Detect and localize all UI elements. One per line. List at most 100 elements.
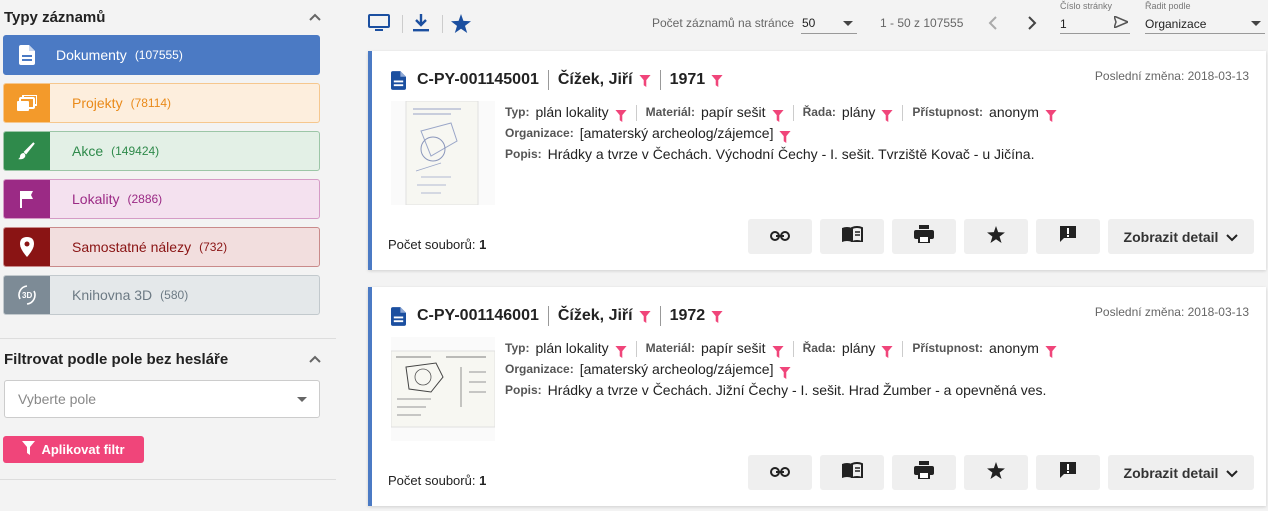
previous-page-icon[interactable] <box>984 13 1000 33</box>
type-count: (78114) <box>130 96 172 110</box>
link-button[interactable] <box>748 219 812 254</box>
print-button[interactable] <box>892 455 956 490</box>
file-count: Počet souborů: 1 <box>388 237 486 252</box>
type-count: (2886) <box>127 192 163 206</box>
link-button[interactable] <box>748 455 812 490</box>
popis-label: Popis: <box>505 383 542 397</box>
feedback-button[interactable] <box>1036 219 1100 254</box>
sort-value: Organizace <box>1145 17 1207 31</box>
rada-label: Řada: <box>802 105 836 119</box>
filter-header[interactable]: Filtrovat podle pole bez hesláře <box>4 348 324 370</box>
print-icon <box>914 461 934 484</box>
record-types-title: Typy záznamů <box>4 8 106 26</box>
filter-icon[interactable] <box>1045 343 1057 358</box>
type-label: Samostatné nálezy <box>72 239 192 255</box>
type-projekty[interactable]: Projekty (78114) <box>3 83 320 123</box>
typ-label: Typ: <box>505 341 530 355</box>
book-icon <box>841 462 863 483</box>
show-detail-label: Zobrazit detail <box>1123 464 1219 481</box>
print-button[interactable] <box>892 219 956 254</box>
book-button[interactable] <box>820 219 884 254</box>
divider <box>442 15 443 33</box>
record-thumbnail[interactable] <box>391 337 495 441</box>
divider <box>0 479 336 480</box>
apply-filter-button[interactable]: Aplikovat filtr <box>3 436 144 463</box>
type-knihovna-3d[interactable]: 3D Knihovna 3D (580) <box>3 275 320 315</box>
filter-icon[interactable] <box>711 310 723 323</box>
results-range: 1 - 50 z 107555 <box>880 16 964 30</box>
apply-filter-label: Aplikovat filtr <box>41 442 125 457</box>
record-card: C-PY-001145001 Čížek, Jiří 1971 Poslední… <box>368 51 1266 270</box>
feedback-icon <box>1059 225 1077 248</box>
type-dokumenty[interactable]: Dokumenty (107555) <box>3 35 320 75</box>
filter-icon[interactable] <box>771 343 784 358</box>
organizace-label: Organizace: <box>505 362 574 376</box>
show-detail-button[interactable]: Zobrazit detail <box>1108 219 1254 254</box>
record-types-header[interactable]: Typy záznamů <box>4 6 324 28</box>
per-page-value: 50 <box>802 16 816 30</box>
filter-icon[interactable] <box>881 107 893 122</box>
record-id[interactable]: C-PY-001146001 <box>417 307 539 325</box>
filter-icon[interactable] <box>615 343 627 358</box>
star-icon[interactable] <box>450 12 472 34</box>
filter-icon[interactable] <box>1045 107 1057 122</box>
send-icon[interactable] <box>1112 14 1130 31</box>
chevron-down-icon <box>1226 229 1239 245</box>
pristupnost-label: Přístupnost: <box>912 105 984 119</box>
divider <box>659 70 661 90</box>
filter-icon[interactable] <box>771 107 784 122</box>
type-akce[interactable]: Akce (149424) <box>3 131 320 171</box>
filter-icon[interactable] <box>615 107 627 122</box>
record-year: 1971 <box>669 71 706 88</box>
rotate-3d-icon: 3D <box>4 276 50 314</box>
type-label: Akce <box>72 143 104 159</box>
field-select[interactable]: Vyberte pole <box>4 380 320 418</box>
star-icon <box>987 225 1005 248</box>
record-actions: Zobrazit detail <box>748 219 1254 254</box>
pristupnost-value: anonym <box>989 340 1039 356</box>
feedback-button[interactable] <box>1036 455 1100 490</box>
download-icon[interactable] <box>410 12 432 34</box>
organizace-value: [amaterský archeolog/zájemce] <box>579 361 774 377</box>
filter-icon <box>22 441 36 458</box>
show-detail-button[interactable]: Zobrazit detail <box>1108 455 1254 490</box>
divider <box>635 340 637 357</box>
type-label: Knihovna 3D <box>72 287 153 303</box>
popis-label: Popis: <box>505 147 542 161</box>
typ-label: Typ: <box>505 105 530 119</box>
typ-value: plán lokality <box>535 104 609 120</box>
record-card: C-PY-001146001 Čížek, Jiří 1972 Poslední… <box>368 287 1266 506</box>
flag-icon <box>4 180 50 218</box>
sort-select[interactable]: Organizace <box>1145 12 1265 34</box>
filter-icon[interactable] <box>779 364 792 379</box>
per-page-select[interactable]: 50 <box>801 12 857 34</box>
page-number-input[interactable]: 1 <box>1060 12 1130 34</box>
record-id[interactable]: C-PY-001145001 <box>417 71 539 89</box>
record-thumbnail[interactable] <box>391 101 495 205</box>
filter-icon[interactable] <box>881 343 893 358</box>
favorite-button[interactable] <box>964 455 1028 490</box>
file-count-value: 1 <box>479 237 487 252</box>
filter-icon[interactable] <box>779 128 792 143</box>
file-count-label: Počet souborů: <box>388 473 476 488</box>
record-author: Čížek, Jiří <box>557 307 633 324</box>
type-lokality[interactable]: Lokality (2886) <box>3 179 320 219</box>
book-button[interactable] <box>820 455 884 490</box>
filter-title: Filtrovat podle pole bez hesláře <box>4 350 229 368</box>
next-page-icon[interactable] <box>1024 13 1040 33</box>
book-icon <box>841 226 863 247</box>
monitor-icon[interactable] <box>368 12 390 34</box>
filter-icon[interactable] <box>639 310 651 323</box>
filter-icon[interactable] <box>639 74 651 87</box>
record-metadata: Typ: plán lokality Materiál: papír sešit… <box>505 102 1057 165</box>
divider <box>0 338 336 339</box>
type-samostatne-nalezy[interactable]: Samostatné nálezy (732) <box>3 227 320 267</box>
chevron-up-icon[interactable] <box>306 350 324 368</box>
file-count: Počet souborů: 1 <box>388 473 486 488</box>
location-pin-icon <box>4 228 50 266</box>
filter-icon[interactable] <box>711 74 723 87</box>
record-actions: Zobrazit detail <box>748 455 1254 490</box>
favorite-button[interactable] <box>964 219 1028 254</box>
chevron-up-icon[interactable] <box>306 8 324 26</box>
divider <box>402 15 403 33</box>
